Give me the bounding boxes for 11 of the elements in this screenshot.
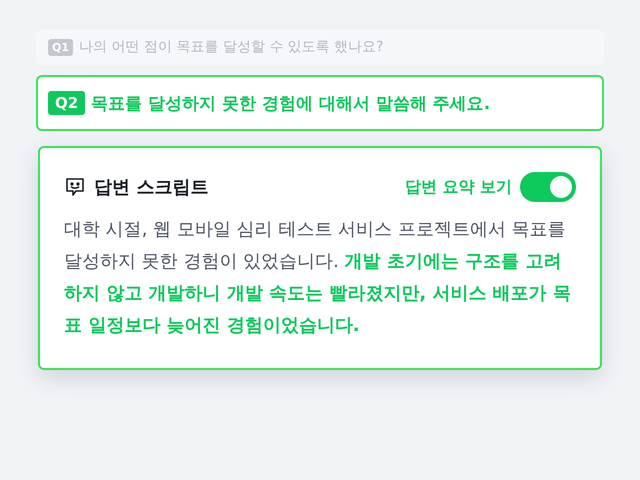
answer-script: 대학 시절, 웹 모바일 심리 테스트 서비스 프로젝트에서 목표를 달성하지 못한 경험이 있었습니다. 개발 초기에는 구조를 고려하지 않고 개발하니 개발 속도는 빨라졌지만, 서비스 배포가 목표 일정보다 늦어진 경험이었습니다. <box>64 218 572 338</box>
card-title: 답변 스크립트 <box>94 176 208 199</box>
question-number: Q2 <box>48 91 86 115</box>
question-item[interactable]: Q1 나의 어떤 점이 목표를 달성할 수 있도록 했나요? <box>36 29 604 65</box>
question-item[interactable]: Q2 목표를 달성하지 못한 경험에 대해서 말씀해 주세요. <box>36 75 604 131</box>
question-text: 목표를 달성하지 못한 경험에 대해서 말씀해 주세요. <box>91 92 490 114</box>
toggle-label: 답변 요약 보기 <box>404 176 512 198</box>
question-text: 나의 어떤 점이 목표를 달성할 수 있도록 했나요? <box>79 38 384 56</box>
question-number: Q1 <box>48 38 74 56</box>
smiley-chat-icon <box>64 176 86 198</box>
summary-toggle[interactable] <box>520 172 576 202</box>
